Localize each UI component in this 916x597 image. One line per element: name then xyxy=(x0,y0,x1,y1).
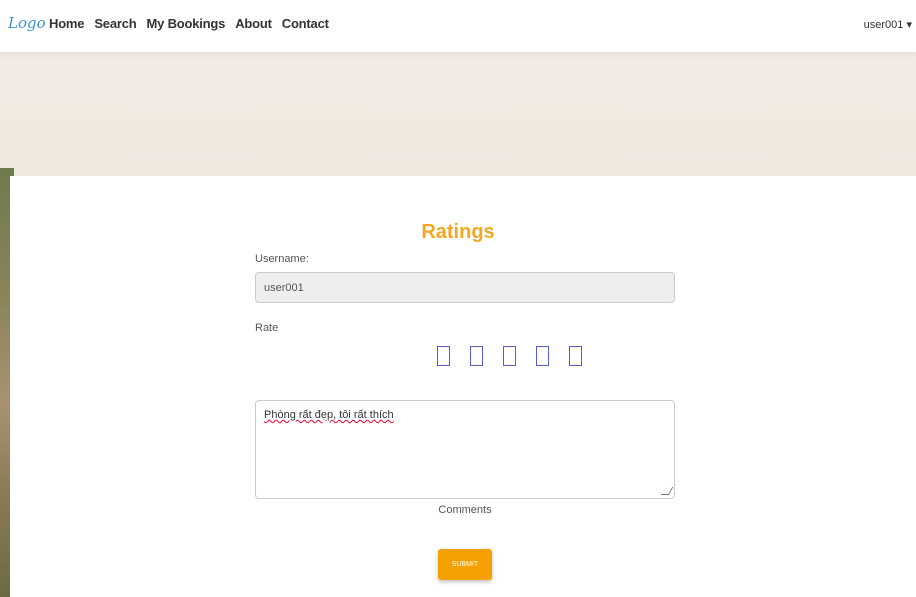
comments-label: Comments xyxy=(438,504,492,516)
star-5-icon[interactable] xyxy=(569,346,582,366)
page-title: Ratings xyxy=(421,221,495,243)
nav-about[interactable]: About xyxy=(235,16,272,31)
resize-grip-icon[interactable] xyxy=(660,487,674,495)
logo[interactable]: Logo xyxy=(8,14,46,32)
rate-label: Rate xyxy=(255,322,279,334)
star-1-icon[interactable] xyxy=(437,346,450,366)
comment-textarea[interactable]: Phòng rất đẹp, tôi rất thích xyxy=(255,400,675,499)
user-menu[interactable]: user001 ▾ xyxy=(864,18,912,31)
navbar: Logo Home Search My Bookings About Conta… xyxy=(0,0,916,52)
username-label: Username: xyxy=(255,253,309,265)
star-4-icon[interactable] xyxy=(536,346,549,366)
star-3-icon[interactable] xyxy=(503,346,516,366)
nav-contact[interactable]: Contact xyxy=(282,16,329,31)
nav-search[interactable]: Search xyxy=(94,16,136,31)
star-rating xyxy=(437,346,582,366)
comment-text: Phòng rất đẹp, tôi rất thích xyxy=(264,409,394,421)
nav-home[interactable]: Home xyxy=(49,16,85,31)
submit-button[interactable]: SUBMIT xyxy=(438,549,492,580)
nav-links: Home Search My Bookings About Contact xyxy=(49,16,339,31)
username-field[interactable] xyxy=(255,272,675,303)
star-2-icon[interactable] xyxy=(470,346,483,366)
nav-my-bookings[interactable]: My Bookings xyxy=(147,16,226,31)
